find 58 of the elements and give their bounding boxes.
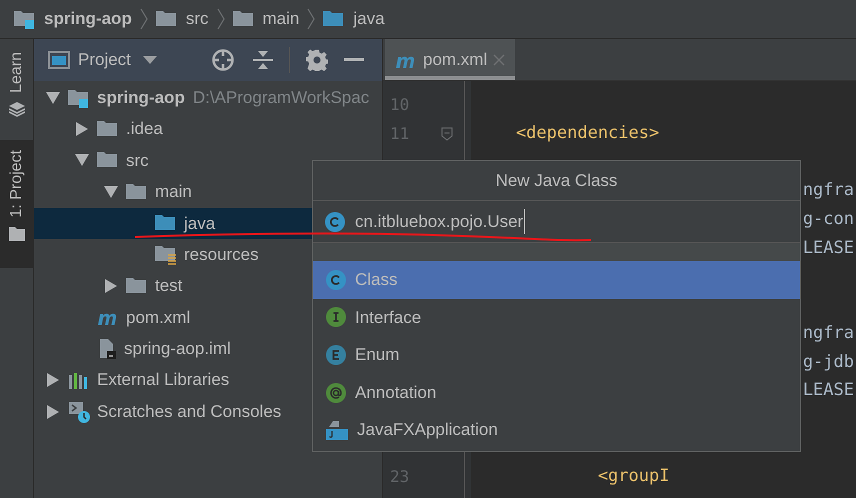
chevron-icon: [307, 8, 316, 30]
expanded-arrow-icon[interactable]: [104, 186, 118, 198]
project-path: D:\AProgramWorkSpac: [192, 86, 370, 109]
class-icon: [326, 270, 346, 290]
code-text: g-jdb: [802, 350, 855, 374]
module-folder-icon: [68, 88, 90, 108]
class-icon: [325, 212, 345, 232]
collapsed-arrow-icon[interactable]: [46, 404, 58, 419]
fold-marker-icon[interactable]: [441, 126, 453, 141]
locate-icon[interactable]: [210, 48, 235, 72]
javafx-file-icon: [326, 420, 348, 441]
panel-title: Project: [78, 49, 131, 72]
tree-item[interactable]: .idea: [34, 113, 382, 145]
source-folder-icon: [323, 9, 346, 29]
scratch-clock-icon: [68, 400, 90, 423]
breadcrumb-item[interactable]: src: [186, 6, 209, 32]
module-folder-icon: [14, 9, 36, 29]
folder-icon: [156, 9, 178, 29]
code-text: <groupI: [596, 465, 670, 488]
project-view-icon: [48, 51, 70, 69]
code-text: ngfra: [802, 322, 855, 346]
side-tab[interactable]: 1: Project: [0, 140, 33, 268]
annotation-icon: [326, 382, 346, 403]
code-text: g-con: [802, 208, 855, 231]
breadcrumb-item[interactable]: main: [262, 6, 300, 32]
code-text: ngfra: [802, 179, 855, 202]
collapsed-arrow-icon[interactable]: [46, 373, 58, 388]
library-bars-icon: [68, 370, 90, 390]
code-text: <dependencies>: [514, 122, 660, 146]
chevron-icon: [216, 8, 225, 30]
collapse-all-icon[interactable]: [252, 49, 273, 71]
popup-list-item[interactable]: Annotation: [313, 374, 800, 412]
dropdown-caret-icon[interactable]: [142, 56, 157, 64]
folder-icon: [8, 226, 24, 242]
editor-tab[interactable]: pom.xml: [385, 39, 516, 80]
chevron-icon: [140, 8, 148, 30]
tree-item[interactable]: spring-aop D:\AProgramWorkSpac: [34, 82, 382, 114]
collapsed-arrow-icon[interactable]: [76, 122, 88, 136]
enum-icon: [326, 344, 346, 365]
folder-icon: [232, 9, 255, 29]
breadcrumb-item[interactable]: java: [353, 6, 385, 32]
collapsed-arrow-icon[interactable]: [104, 279, 116, 294]
popup-list-item[interactable]: Interface: [313, 298, 800, 336]
settings-icon[interactable]: [306, 49, 328, 71]
side-tab[interactable]: Learn: [0, 42, 33, 128]
popup-list-item[interactable]: Enum: [313, 336, 800, 374]
breadcrumb-item[interactable]: spring-aop: [44, 6, 132, 32]
folder-icon: [126, 182, 148, 202]
popup-list-item[interactable]: JavaFXApplication: [313, 411, 800, 449]
resources-folder-icon: [155, 244, 177, 266]
stack-icon: [8, 100, 24, 117]
expanded-arrow-icon[interactable]: [46, 92, 60, 104]
minimize-icon[interactable]: [344, 58, 364, 62]
interface-icon: [326, 307, 346, 328]
code-text: LEASE: [802, 379, 855, 402]
code-text: LEASE: [802, 236, 855, 260]
expanded-arrow-icon[interactable]: [74, 154, 88, 166]
module-file-icon: [97, 338, 117, 360]
